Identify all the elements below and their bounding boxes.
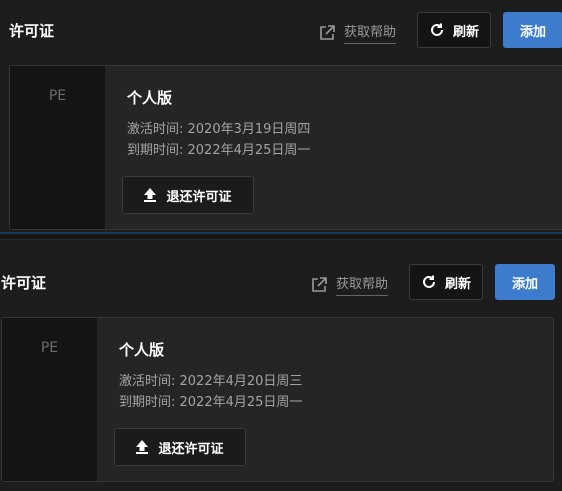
upload-icon [136,440,149,454]
expiry-date: 到期时间: 2022年4月25日周一 [119,395,303,410]
get-help-label: 获取帮助 [336,273,389,296]
activation-date: 激活时间: 2022年4月20日周三 [119,374,303,389]
page-title: 许可证 [1,274,47,292]
return-license-button[interactable]: 退还许可证 [122,176,254,214]
edition-badge: PE [2,318,97,481]
return-license-button[interactable]: 退还许可证 [114,428,246,466]
expiry-date: 到期时间: 2022年4月25日周一 [127,143,311,158]
activation-date: 激活时间: 2020年3月19日周四 [127,122,311,137]
license-panel-top: 许可证 获取帮助 刷新 添加 PE 个人版 激活时间: 2020年3月19日周四… [0,0,562,236]
edition-name: 个人版 [119,341,165,359]
edition-name: 个人版 [127,89,173,107]
get-help-label: 获取帮助 [344,21,397,44]
refresh-label: 刷新 [444,276,471,292]
license-card: PE 个人版 激活时间: 2020年3月19日周四 到期时间: 2022年4月2… [9,65,562,230]
return-license-label: 退还许可证 [158,441,224,457]
license-panel-bottom: 许可证 获取帮助 刷新 添加 PE 个人版 激活时间: 2022年4月20日周三… [0,240,562,491]
upload-icon [144,188,157,202]
add-label: 添加 [519,24,546,40]
refresh-label: 刷新 [452,24,479,40]
add-label: 添加 [511,276,538,292]
edition-badge: PE [10,66,105,229]
license-card: PE 个人版 激活时间: 2022年4月20日周三 到期时间: 2022年4月2… [1,317,554,482]
return-license-label: 退还许可证 [166,189,232,205]
refresh-button[interactable]: 刷新 [409,264,483,300]
page-title: 许可证 [9,22,55,40]
add-button[interactable]: 添加 [495,264,555,300]
get-help-link[interactable]: 获取帮助 [318,21,397,44]
get-help-link[interactable]: 获取帮助 [310,273,389,296]
refresh-icon [431,23,443,36]
external-link-icon [312,276,327,292]
add-button[interactable]: 添加 [503,12,562,48]
refresh-button[interactable]: 刷新 [417,12,491,48]
refresh-icon [423,275,435,288]
external-link-icon [320,24,335,40]
